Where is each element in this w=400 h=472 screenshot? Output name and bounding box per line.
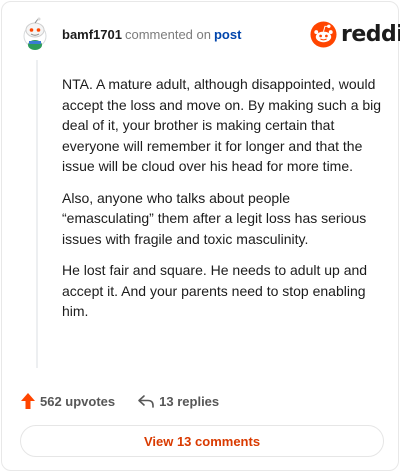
- thread-line: [36, 60, 38, 368]
- comment-card: bamf1701commented onpost reddit NTA. A m…: [1, 1, 400, 471]
- reddit-brand[interactable]: reddit: [310, 20, 400, 48]
- post-link[interactable]: post: [214, 27, 241, 42]
- username-link[interactable]: bamf1701: [62, 27, 122, 42]
- comment-actions: 562 upvotes 13 replies: [20, 391, 219, 411]
- reddit-wordmark: reddit: [341, 21, 400, 47]
- reddit-logo-icon: [310, 20, 337, 48]
- view-comments-button[interactable]: View 13 comments: [20, 425, 384, 457]
- comment-paragraph: NTA. A mature adult, although disappoint…: [62, 76, 382, 174]
- reply-count: 13 replies: [159, 393, 220, 409]
- comment-paragraph: He lost fair and square. He needs to adu…: [62, 262, 368, 319]
- reply-button[interactable]: 13 replies: [137, 393, 219, 409]
- comment-body: NTA. A mature adult, although disappoint…: [62, 74, 382, 333]
- comment-verb: commented on: [124, 27, 211, 42]
- reply-arrow-icon: [138, 395, 154, 408]
- comment-header: bamf1701commented onpost reddit: [2, 2, 400, 64]
- upvote-button[interactable]: 562 upvotes: [20, 392, 115, 410]
- snoo-avatar-icon[interactable]: [19, 17, 51, 51]
- upvote-count: 562 upvotes: [40, 393, 116, 409]
- upvote-arrow-icon: [21, 393, 35, 409]
- comment-paragraph: Also, anyone who talks about people “ema…: [62, 189, 367, 247]
- comment-meta: bamf1701 commented on post: [62, 27, 241, 43]
